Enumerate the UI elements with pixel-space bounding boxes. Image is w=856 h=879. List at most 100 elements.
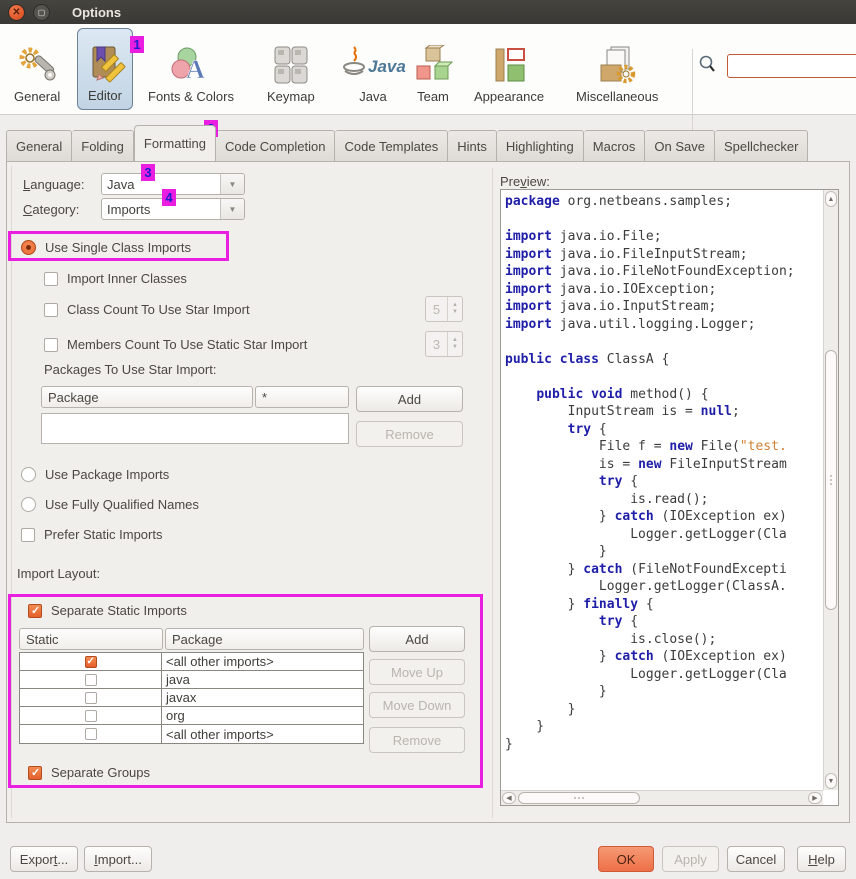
static-checkbox-icon[interactable] xyxy=(85,710,97,722)
static-cell[interactable] xyxy=(20,653,162,670)
package-cell[interactable]: <all other imports> xyxy=(162,653,363,670)
checkbox-icon[interactable] xyxy=(44,338,58,352)
checkbox-prefer-static-imports[interactable]: Prefer Static Imports xyxy=(21,527,162,542)
category-dropdown[interactable]: Imports ▼ xyxy=(101,198,245,220)
search-input[interactable] xyxy=(727,54,856,78)
checkbox-icon[interactable] xyxy=(28,604,42,618)
horizontal-scroll-thumb[interactable] xyxy=(518,792,640,804)
package-cell[interactable]: javax xyxy=(162,689,363,706)
toolbar-item-label: Miscellaneous xyxy=(576,89,658,104)
package-cell[interactable]: <all other imports> xyxy=(162,725,363,743)
chevron-down-icon[interactable]: ▼ xyxy=(220,174,244,194)
preview-code-panel[interactable]: package org.netbeans.samples; import jav… xyxy=(500,189,839,806)
help-button[interactable]: Help xyxy=(797,846,846,872)
radio-use-fully-qualified-names[interactable]: Use Fully Qualified Names xyxy=(21,497,199,512)
toolbar-item-general[interactable]: General xyxy=(8,28,66,110)
toolbar-item-editor[interactable]: Editor xyxy=(77,28,133,110)
checkbox-icon[interactable] xyxy=(21,528,35,542)
move-up-button[interactable]: Move Up xyxy=(369,659,465,685)
move-down-button[interactable]: Move Down xyxy=(369,692,465,718)
static-cell[interactable] xyxy=(20,725,162,743)
maximize-icon[interactable]: ▢ xyxy=(33,4,50,21)
static-checkbox-icon[interactable] xyxy=(85,692,97,704)
language-dropdown[interactable]: Java ▼ xyxy=(101,173,245,195)
vertical-scroll-thumb[interactable] xyxy=(825,350,837,610)
checkbox-class-count-star-import[interactable]: Class Count To Use Star Import xyxy=(44,302,250,317)
radio-icon[interactable] xyxy=(21,467,36,482)
toolbar-item-miscellaneous[interactable]: Miscellaneous xyxy=(570,28,664,110)
apply-button[interactable]: Apply xyxy=(662,846,719,872)
checkbox-icon[interactable] xyxy=(44,272,58,286)
tab-hints[interactable]: Hints xyxy=(448,130,497,161)
column-header-star[interactable]: * xyxy=(255,386,349,408)
package-cell[interactable]: org xyxy=(162,707,363,724)
radio-use-package-imports[interactable]: Use Package Imports xyxy=(21,467,169,482)
scroll-left-icon[interactable]: ◀ xyxy=(502,792,516,804)
spinner-arrows-icon[interactable]: ▲▼ xyxy=(448,297,462,321)
ok-button[interactable]: OK xyxy=(598,846,654,872)
package-cell[interactable]: java xyxy=(162,671,363,688)
checkbox-import-inner-classes[interactable]: Import Inner Classes xyxy=(44,271,187,286)
toolbar-item-team[interactable]: Team xyxy=(406,28,460,110)
toolbar-item-java[interactable]: Java Java xyxy=(334,28,412,110)
import-button[interactable]: Import... xyxy=(84,846,152,872)
static-cell[interactable] xyxy=(20,707,162,724)
tab-code-completion[interactable]: Code Completion xyxy=(216,130,335,161)
column-header-package[interactable]: Package xyxy=(41,386,253,408)
toolbar-item-keymap[interactable]: Keymap xyxy=(261,28,321,110)
tab-general[interactable]: General xyxy=(6,130,72,161)
radio-use-single-class-imports[interactable]: Use Single Class Imports xyxy=(21,240,191,255)
spinner-arrows-icon[interactable]: ▲▼ xyxy=(448,332,462,356)
checkbox-separate-static-imports[interactable]: Separate Static Imports xyxy=(28,603,187,618)
star-import-add-button[interactable]: Add xyxy=(356,386,463,412)
scroll-up-icon[interactable]: ▲ xyxy=(825,191,837,207)
checkbox-icon[interactable] xyxy=(28,766,42,780)
static-cell[interactable] xyxy=(20,671,162,688)
static-checkbox-icon[interactable] xyxy=(85,728,97,740)
close-icon[interactable]: ✕ xyxy=(8,4,25,21)
toolbar-item-label: Fonts & Colors xyxy=(148,89,234,104)
tab-folding[interactable]: Folding xyxy=(72,130,134,161)
scroll-right-icon[interactable]: ▶ xyxy=(808,792,822,804)
static-cell[interactable] xyxy=(20,689,162,706)
toolbar-item-appearance[interactable]: Appearance xyxy=(468,28,550,110)
column-header-package[interactable]: Package xyxy=(165,628,364,650)
tab-code-templates[interactable]: Code Templates xyxy=(335,130,448,161)
export-button[interactable]: Export... xyxy=(10,846,78,872)
radio-icon[interactable] xyxy=(21,497,36,512)
toolbar-item-label: Keymap xyxy=(267,89,315,104)
chevron-down-icon[interactable]: ▼ xyxy=(220,199,244,219)
class-count-spinner[interactable]: 5 ▲▼ xyxy=(425,296,463,322)
static-checkbox-icon[interactable] xyxy=(85,674,97,686)
static-checkbox-icon[interactable] xyxy=(85,656,97,668)
toolbar-item-fonts-colors[interactable]: A Fonts & Colors xyxy=(142,28,240,110)
code-area: package org.netbeans.samples; import jav… xyxy=(501,190,823,790)
column-header-static[interactable]: Static xyxy=(19,628,163,650)
tab-macros[interactable]: Macros xyxy=(584,130,646,161)
checkbox-separate-groups[interactable]: Separate Groups xyxy=(28,765,150,780)
radio-icon[interactable] xyxy=(21,240,36,255)
table-row[interactable]: javax xyxy=(20,689,363,707)
footer: Export... Import... OK Apply Cancel Help xyxy=(0,823,856,879)
table-row[interactable]: org xyxy=(20,707,363,725)
table-row[interactable]: <all other imports> xyxy=(20,725,363,743)
cancel-button[interactable]: Cancel xyxy=(727,846,785,872)
tab-formatting[interactable]: Formatting xyxy=(134,125,216,161)
table-row[interactable]: <all other imports> xyxy=(20,653,363,671)
tab-spellchecker[interactable]: Spellchecker xyxy=(715,130,808,161)
vertical-scrollbar[interactable]: ▲ ▼ xyxy=(823,190,838,790)
import-layout-table[interactable]: <all other imports>javajavaxorg<all othe… xyxy=(19,652,364,744)
table-row[interactable]: java xyxy=(20,671,363,689)
star-import-table-body[interactable] xyxy=(41,413,349,444)
import-layout-add-button[interactable]: Add xyxy=(369,626,465,652)
members-count-spinner[interactable]: 3 ▲▼ xyxy=(425,331,463,357)
star-import-remove-button[interactable]: Remove xyxy=(356,421,463,447)
scroll-down-icon[interactable]: ▼ xyxy=(825,773,837,789)
checkbox-icon[interactable] xyxy=(44,303,58,317)
checkbox-members-count-static-star[interactable]: Members Count To Use Static Star Import xyxy=(44,337,307,352)
horizontal-scrollbar[interactable]: ◀ ▶ xyxy=(501,790,823,805)
tab-on-save[interactable]: On Save xyxy=(645,130,715,161)
import-layout-remove-button[interactable]: Remove xyxy=(369,727,465,753)
code-line: try { xyxy=(505,473,823,491)
tab-highlighting[interactable]: Highlighting xyxy=(497,130,584,161)
